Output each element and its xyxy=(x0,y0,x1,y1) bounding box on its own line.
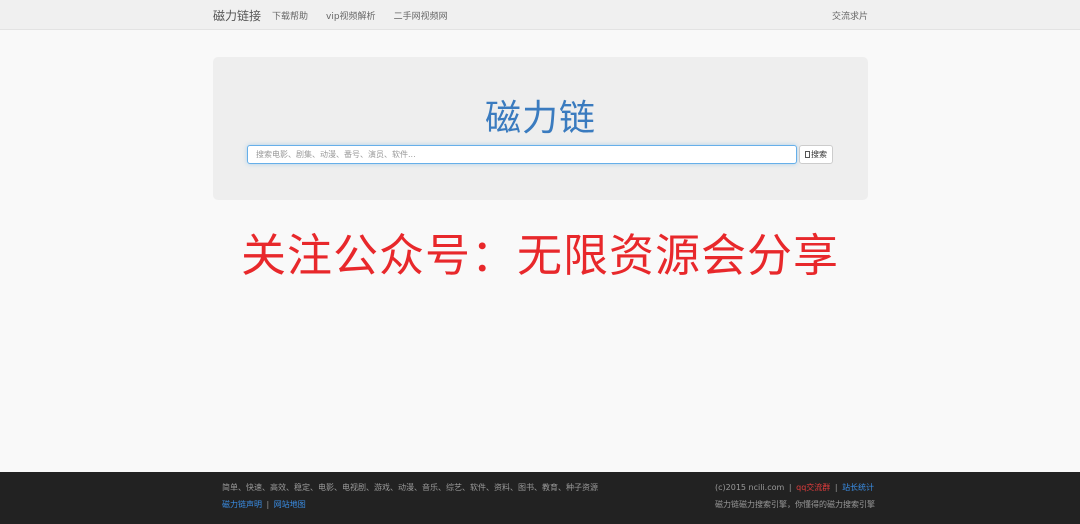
footer-tags: 简单、快速、高效、稳定、电影、电视剧、游戏、动漫、音乐、综艺、软件、资料、图书、… xyxy=(222,483,598,492)
search-button[interactable]: 搜索 xyxy=(799,145,833,164)
footer-slogan: 磁力链磁力搜索引擎，你懂得的磁力搜索引擎 xyxy=(715,500,875,509)
nav-links: 下载帮助 vip视频解析 二手网视频网 xyxy=(272,9,448,22)
footer-link-stats[interactable]: 站长统计 xyxy=(842,483,874,492)
footer-copyright-row: (c)2015 ncili.com | qq交流群 | 站长统计 xyxy=(715,482,874,493)
footer-separator: | xyxy=(266,500,270,509)
promo-overlay-text: 关注公众号：无限资源会分享 xyxy=(240,229,839,282)
nav-link-video-site[interactable]: 二手网视频网 xyxy=(394,9,448,22)
search-icon xyxy=(805,151,810,158)
nav-link-download-help[interactable]: 下载帮助 xyxy=(272,9,308,22)
footer-separator: | xyxy=(834,483,838,492)
footer-separator: | xyxy=(788,483,792,492)
search-jumbotron: 磁力链 搜索 xyxy=(213,57,868,200)
footer-link-qq-group[interactable]: qq交流群 xyxy=(796,483,830,492)
nav-link-vip-video[interactable]: vip视频解析 xyxy=(326,9,376,22)
search-button-label: 搜索 xyxy=(811,150,827,159)
footer: 简单、快速、高效、稳定、电影、电视剧、游戏、动漫、音乐、综艺、软件、资料、图书、… xyxy=(0,472,1080,524)
search-input[interactable] xyxy=(247,145,797,164)
copyright-text: (c)2015 ncili.com xyxy=(715,483,785,492)
page-title: 磁力链 xyxy=(484,98,596,139)
nav-link-request[interactable]: 交流求片 xyxy=(832,9,868,22)
footer-link-sitemap[interactable]: 网站地图 xyxy=(274,500,306,509)
footer-links: 磁力链声明 | 网站地图 xyxy=(222,499,306,510)
footer-link-disclaimer[interactable]: 磁力链声明 xyxy=(222,500,262,509)
top-navbar: 磁力链接 下载帮助 vip视频解析 二手网视频网 交流求片 xyxy=(0,0,1080,30)
brand-link[interactable]: 磁力链接 xyxy=(213,7,261,24)
